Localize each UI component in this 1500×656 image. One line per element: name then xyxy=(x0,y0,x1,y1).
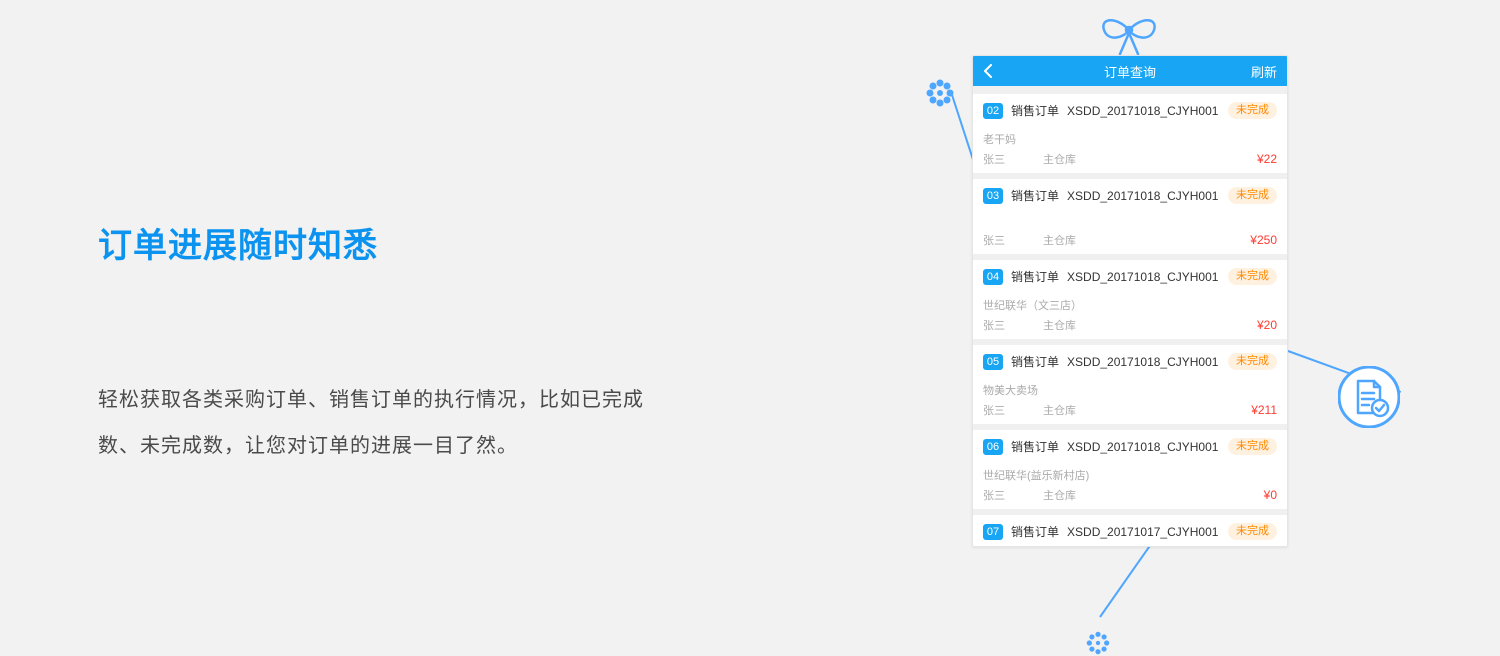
decor-line xyxy=(1288,350,1401,393)
panel-header: 订单查询 刷新 xyxy=(973,56,1287,86)
order-seq-badge: 03 xyxy=(983,188,1003,204)
order-person: 张三 xyxy=(983,232,1005,248)
order-customer: 老干妈 xyxy=(983,131,1277,147)
order-amount: ¥211 xyxy=(1251,403,1277,417)
order-type: 销售订单 xyxy=(1011,102,1059,119)
hero-title: 订单进展随时知悉 xyxy=(98,218,658,267)
refresh-button[interactable]: 刷新 xyxy=(1251,62,1287,81)
order-code: XSDD_20171018_CJYH001 xyxy=(1067,189,1218,203)
hero-copy: 订单进展随时知悉 轻松获取各类采购订单、销售订单的执行情况，比如已完成数、未完成… xyxy=(98,218,658,469)
chevron-left-icon xyxy=(983,64,993,78)
order-warehouse: 主仓库 xyxy=(1043,402,1076,418)
order-seq-badge: 06 xyxy=(983,439,1003,455)
order-list: 02 销售订单 XSDD_20171018_CJYH001 未完成 老干妈 张三… xyxy=(973,94,1287,546)
order-seq-badge: 07 xyxy=(983,524,1003,540)
status-badge: 未完成 xyxy=(1228,523,1277,540)
order-person: 张三 xyxy=(983,151,1005,167)
panel-title: 订单查询 xyxy=(973,62,1287,81)
order-query-panel: 订单查询 刷新 02 销售订单 XSDD_20171018_CJYH001 未完… xyxy=(972,55,1288,547)
order-customer: 世纪联华（文三店） xyxy=(983,297,1277,313)
order-amount: ¥20 xyxy=(1257,318,1277,332)
order-warehouse: 主仓库 xyxy=(1043,487,1076,503)
order-code: XSDD_20171018_CJYH001 xyxy=(1067,440,1218,454)
order-warehouse: 主仓库 xyxy=(1043,232,1076,248)
order-person: 张三 xyxy=(983,487,1005,503)
status-badge: 未完成 xyxy=(1228,268,1277,285)
order-item[interactable]: 02 销售订单 XSDD_20171018_CJYH001 未完成 老干妈 张三… xyxy=(973,94,1287,173)
bow-icon xyxy=(1094,14,1164,56)
status-badge: 未完成 xyxy=(1228,187,1277,204)
order-item[interactable]: 05 销售订单 XSDD_20171018_CJYH001 未完成 物美大卖场 … xyxy=(973,345,1287,424)
order-code: XSDD_20171018_CJYH001 xyxy=(1067,355,1218,369)
status-badge: 未完成 xyxy=(1228,438,1277,455)
order-type: 销售订单 xyxy=(1011,523,1059,540)
order-amount: ¥0 xyxy=(1264,488,1277,502)
order-item[interactable]: 07 销售订单 XSDD_20171017_CJYH001 未完成 xyxy=(973,515,1287,546)
order-item[interactable]: 03 销售订单 XSDD_20171018_CJYH001 未完成 张三 主仓库… xyxy=(973,179,1287,254)
flower-icon xyxy=(1085,630,1111,656)
order-warehouse: 主仓库 xyxy=(1043,317,1076,333)
order-type: 销售订单 xyxy=(1011,268,1059,285)
order-seq-badge: 02 xyxy=(983,103,1003,119)
order-code: XSDD_20171018_CJYH001 xyxy=(1067,270,1218,284)
order-amount: ¥22 xyxy=(1257,152,1277,166)
status-badge: 未完成 xyxy=(1228,353,1277,370)
order-seq-badge: 04 xyxy=(983,269,1003,285)
order-person: 张三 xyxy=(983,317,1005,333)
order-code: XSDD_20171018_CJYH001 xyxy=(1067,104,1218,118)
hero-body: 轻松获取各类采购订单、销售订单的执行情况，比如已完成数、未完成数，让您对订单的进… xyxy=(98,377,658,469)
back-button[interactable] xyxy=(973,64,1003,78)
order-amount: ¥250 xyxy=(1250,233,1277,247)
order-customer xyxy=(983,216,1277,228)
order-item[interactable]: 06 销售订单 XSDD_20171018_CJYH001 未完成 世纪联华(益… xyxy=(973,430,1287,509)
order-code: XSDD_20171017_CJYH001 xyxy=(1067,525,1218,539)
order-type: 销售订单 xyxy=(1011,187,1059,204)
flower-icon xyxy=(925,78,955,108)
order-customer: 物美大卖场 xyxy=(983,382,1277,398)
status-badge: 未完成 xyxy=(1228,102,1277,119)
order-item[interactable]: 04 销售订单 XSDD_20171018_CJYH001 未完成 世纪联华（文… xyxy=(973,260,1287,339)
order-seq-badge: 05 xyxy=(983,354,1003,370)
order-type: 销售订单 xyxy=(1011,353,1059,370)
order-warehouse: 主仓库 xyxy=(1043,151,1076,167)
order-customer: 世纪联华(益乐新村店) xyxy=(983,467,1277,483)
document-check-icon xyxy=(1338,366,1400,428)
order-type: 销售订单 xyxy=(1011,438,1059,455)
order-person: 张三 xyxy=(983,402,1005,418)
